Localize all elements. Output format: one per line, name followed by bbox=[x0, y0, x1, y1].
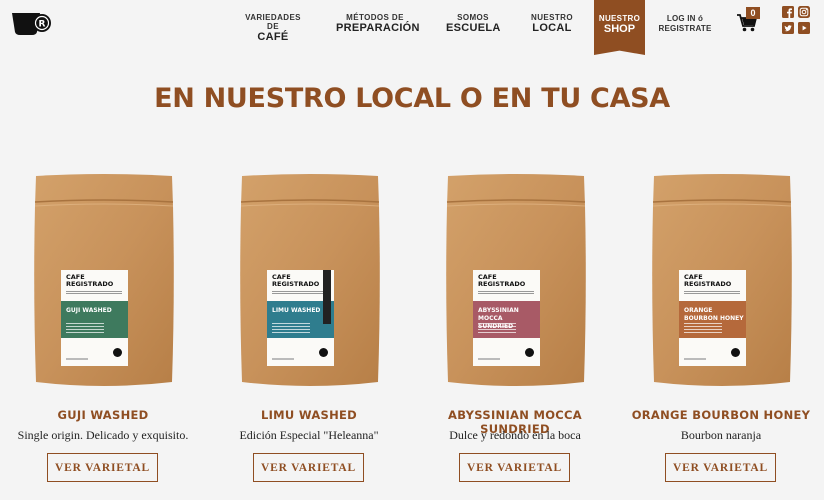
nav-somos-escuela[interactable]: SOMOS ESCUELA bbox=[446, 13, 500, 35]
product-description: Edición Especial "Heleanna" bbox=[239, 428, 379, 442]
bag-label: CAFE REGISTRADO GUJI WASHED bbox=[61, 270, 128, 366]
label-color-band: ABYSSINIAN MOCCA SUNDRIED bbox=[473, 301, 540, 338]
product-card-guji-washed: CAFE REGISTRADO GUJI WASHED GUJI WASHED … bbox=[0, 172, 206, 492]
label-brand: CAFE REGISTRADO bbox=[684, 273, 732, 288]
label-tagline-lines bbox=[66, 291, 122, 295]
label-tagline-lines bbox=[684, 291, 740, 295]
ver-varietal-button[interactable]: VER VARIETAL bbox=[47, 453, 158, 482]
label-detail-lines bbox=[66, 323, 104, 335]
label-brand: CAFE REGISTRADO bbox=[478, 273, 526, 288]
special-edition-strip bbox=[323, 270, 331, 324]
label-brand: CAFE REGISTRADO bbox=[66, 273, 114, 288]
cafe-registrado-logo-icon[interactable]: R bbox=[10, 10, 52, 36]
login-label: LOG IN ó bbox=[666, 14, 704, 23]
product-description: Bourbon naranja bbox=[680, 428, 762, 442]
product-description: Dulce y redondo en la boca bbox=[449, 428, 581, 442]
product-card-orange-bourbon-honey: CAFE REGISTRADO ORANGE BOURBON HONEY ORA… bbox=[618, 172, 824, 492]
nav-label-big: LOCAL bbox=[532, 22, 572, 34]
site-header: R VARIEDADES DE CAFÉ MÉTODOS DE PREPARAC… bbox=[0, 0, 824, 55]
product-card-limu-washed: CAFE REGISTRADO LIMU WASHED LIMU WASHED … bbox=[206, 172, 412, 492]
facebook-icon[interactable] bbox=[782, 6, 794, 18]
product-description: Single origin. Delicado y exquisito. bbox=[17, 428, 189, 442]
bag-label: CAFE REGISTRADO ORANGE BOURBON HONEY bbox=[679, 270, 746, 366]
nav-label-big: PREPARACIÓN bbox=[336, 22, 420, 34]
label-color-band: GUJI WASHED bbox=[61, 301, 128, 338]
label-footer-line bbox=[66, 358, 88, 360]
instagram-icon[interactable] bbox=[798, 6, 810, 18]
ver-varietal-button[interactable]: VER VARIETAL bbox=[665, 453, 776, 482]
nav-metodos-preparacion[interactable]: MÉTODOS DE PREPARACIÓN bbox=[336, 13, 420, 35]
nav-label-small: NUESTRO bbox=[531, 13, 573, 22]
cup-logo-icon bbox=[525, 348, 534, 357]
product-name[interactable]: GUJI WASHED bbox=[0, 408, 206, 422]
coffee-bag-image[interactable]: CAFE REGISTRADO LIMU WASHED bbox=[239, 172, 381, 390]
twitter-icon[interactable] bbox=[782, 22, 794, 34]
login-register-link[interactable]: LOG IN ó REGISTRATE bbox=[657, 14, 713, 34]
nav-label-small: MÉTODOS DE bbox=[346, 13, 404, 22]
svg-text:R: R bbox=[39, 20, 46, 30]
nav-nuestro-local[interactable]: NUESTRO LOCAL bbox=[529, 13, 575, 35]
nav-label-big: SHOP bbox=[603, 23, 636, 35]
nav-variedades-cafe[interactable]: VARIEDADES DE CAFÉ bbox=[243, 13, 303, 44]
bag-label: CAFE REGISTRADO LIMU WASHED bbox=[267, 270, 334, 366]
cup-logo-icon bbox=[319, 348, 328, 357]
product-card-abyssinian-mocca: CAFE REGISTRADO ABYSSINIAN MOCCA SUNDRIE… bbox=[412, 172, 618, 492]
label-footer-line bbox=[478, 358, 500, 360]
label-color-band: ORANGE BOURBON HONEY bbox=[679, 301, 746, 338]
youtube-icon[interactable] bbox=[798, 22, 810, 34]
label-footer-line bbox=[272, 358, 294, 360]
coffee-bag-image[interactable]: CAFE REGISTRADO ORANGE BOURBON HONEY bbox=[651, 172, 793, 390]
label-detail-lines bbox=[684, 323, 722, 335]
bag-label: CAFE REGISTRADO ABYSSINIAN MOCCA SUNDRIE… bbox=[473, 270, 540, 366]
label-tagline-lines bbox=[272, 291, 328, 295]
label-variety-name: GUJI WASHED bbox=[66, 307, 112, 314]
nav-label-big: CAFÉ bbox=[257, 31, 289, 43]
label-footer-line bbox=[684, 358, 706, 360]
register-label: REGISTRATE bbox=[658, 24, 712, 33]
ver-varietal-button[interactable]: VER VARIETAL bbox=[253, 453, 364, 482]
page-title: EN NUESTRO LOCAL O EN TU CASA bbox=[154, 83, 670, 114]
nav-nuestro-shop[interactable]: NUESTRO SHOP bbox=[594, 0, 645, 55]
label-variety-name: ORANGE BOURBON HONEY bbox=[684, 307, 744, 322]
cart-count-badge: 0 bbox=[746, 7, 760, 19]
ver-varietal-button[interactable]: VER VARIETAL bbox=[459, 453, 570, 482]
cup-logo-icon bbox=[731, 348, 740, 357]
nav-label-small: NUESTRO bbox=[598, 14, 641, 23]
coffee-bag-image[interactable]: CAFE REGISTRADO ABYSSINIAN MOCCA SUNDRIE… bbox=[445, 172, 587, 390]
nav-label-small: VARIEDADES DE bbox=[245, 13, 301, 31]
cup-logo-icon bbox=[113, 348, 122, 357]
nav-label-small: SOMOS bbox=[457, 13, 489, 22]
label-tagline-lines bbox=[478, 291, 534, 295]
label-detail-lines bbox=[272, 323, 310, 335]
product-name[interactable]: ORANGE BOURBON HONEY bbox=[618, 408, 824, 422]
label-detail-lines bbox=[478, 323, 516, 335]
nav-label-big: ESCUELA bbox=[446, 22, 501, 34]
coffee-bag-image[interactable]: CAFE REGISTRADO GUJI WASHED bbox=[33, 172, 175, 390]
product-name[interactable]: LIMU WASHED bbox=[206, 408, 412, 422]
